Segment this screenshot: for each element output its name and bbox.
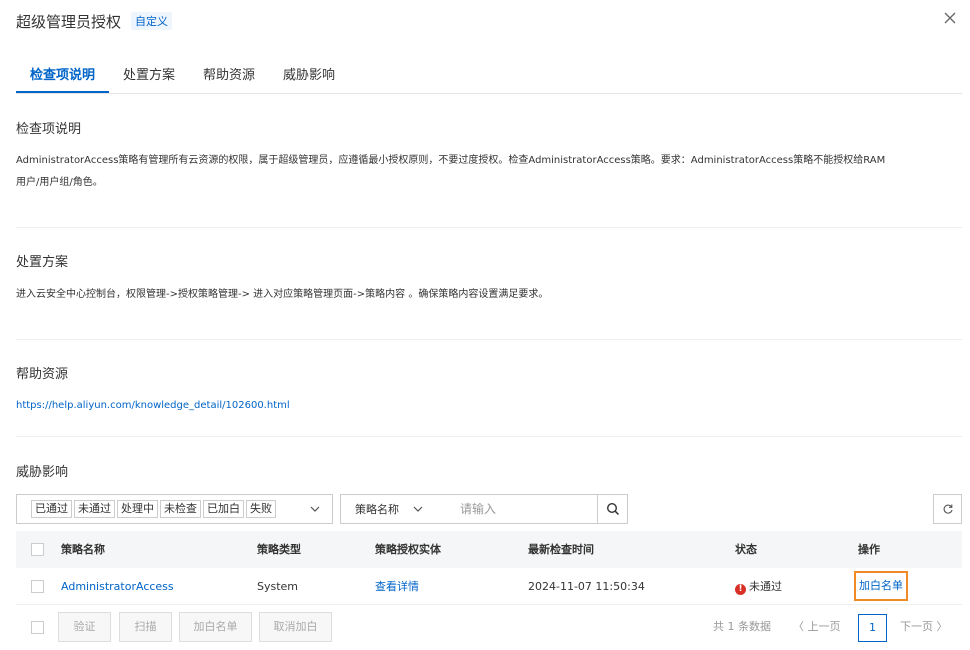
column-header: 状态 <box>735 543 757 556</box>
divider <box>16 436 962 437</box>
policy-type: System <box>257 580 299 593</box>
custom-tag: 自定义 <box>131 12 173 30</box>
tab-help-resources[interactable]: 帮助资源 <box>189 60 269 93</box>
column-header: 策略授权实体 <box>375 543 441 556</box>
add-whitelist-button[interactable]: 加白名单 <box>854 571 908 601</box>
dialog-title: 超级管理员授权 <box>16 12 122 31</box>
page-number-button[interactable]: 1 <box>858 614 887 642</box>
solution-text: 进入云安全中心控制台，权限管理->授权策略管理-> 进入对应策略管理页面->策略… <box>16 289 549 300</box>
column-header: 最新检查时间 <box>528 543 594 556</box>
help-link-wrap: https://help.aliyun.com/knowledge_detail… <box>16 395 960 417</box>
status-cell: ! 未通过 <box>735 568 782 605</box>
row-checkbox[interactable] <box>31 580 44 593</box>
next-page-button[interactable]: 下一页 〉 <box>900 612 948 642</box>
prev-page-button[interactable]: 〈 上一页 <box>793 612 841 642</box>
refresh-button[interactable] <box>933 494 962 524</box>
filter-processing-button[interactable]: 处理中 <box>117 500 158 518</box>
search-button[interactable] <box>597 494 628 524</box>
field-select-value: 策略名称 <box>355 503 399 516</box>
field-select[interactable]: 策略名称 <box>340 494 447 524</box>
chevron-left-icon: 〈 <box>793 620 804 633</box>
tab-check-description[interactable]: 检查项说明 <box>16 60 110 93</box>
solution-section-title: 处置方案 <box>16 255 69 270</box>
verify-button[interactable]: 验证 <box>58 612 111 642</box>
column-header: 策略名称 <box>61 543 105 556</box>
select-all-checkbox[interactable] <box>31 543 44 556</box>
help-link[interactable]: https://help.aliyun.com/knowledge_detail… <box>16 400 290 411</box>
filter-whitelisted-button[interactable]: 已加白 <box>203 500 244 518</box>
divider <box>16 227 962 228</box>
filter-failed-button[interactable]: 未通过 <box>74 500 115 518</box>
error-icon: ! <box>735 584 746 595</box>
tab-solution[interactable]: 处置方案 <box>109 60 189 93</box>
prev-page-label: 上一页 <box>807 620 841 633</box>
scan-button[interactable]: 扫描 <box>119 612 172 642</box>
search-input[interactable] <box>446 494 598 524</box>
close-icon[interactable] <box>942 10 958 26</box>
table-footer: 验证 扫描 加白名单 取消加白 共 1 条数据 〈 上一页 1 下一页 〉 <box>16 612 962 642</box>
table-row: AdministratorAccess System 查看详情 2024-11-… <box>16 568 962 605</box>
search-icon <box>606 502 619 516</box>
bulk-add-whitelist-button[interactable]: 加白名单 <box>179 612 252 642</box>
tab-threat-impact[interactable]: 威胁影响 <box>269 60 349 93</box>
next-page-label: 下一页 <box>900 620 933 633</box>
chevron-right-icon: 〉 <box>936 620 948 633</box>
chevron-down-icon <box>413 506 423 512</box>
divider <box>16 339 962 340</box>
check-description-line1: AdministratorAccess策略有管理所有云资源的权限，属于超级管理员… <box>16 155 886 166</box>
policy-name-link[interactable]: AdministratorAccess <box>61 568 174 605</box>
status-filter: 已通过 未通过 处理中 未检查 已加白 失败 <box>16 494 333 524</box>
column-header: 策略类型 <box>257 543 301 556</box>
filter-error-button[interactable]: 失败 <box>246 500 276 518</box>
threat-section-title: 威胁影响 <box>16 465 69 480</box>
filter-unchecked-button[interactable]: 未检查 <box>160 500 201 518</box>
filter-passed-button[interactable]: 已通过 <box>31 500 72 518</box>
status-text: 未通过 <box>749 580 782 593</box>
total-count: 共 1 条数据 <box>713 620 771 633</box>
table-header: 策略名称 策略类型 策略授权实体 最新检查时间 状态 操作 <box>16 531 962 568</box>
remove-whitelist-button[interactable]: 取消加白 <box>259 612 332 642</box>
check-time: 2024-11-07 11:50:34 <box>528 580 645 593</box>
dialog-header: 超级管理员授权 自定义 <box>16 10 173 32</box>
column-header: 操作 <box>858 543 880 556</box>
check-description-line2: 用户/用户组/角色。 <box>16 177 103 188</box>
view-details-link[interactable]: 查看详情 <box>375 568 419 605</box>
footer-select-checkbox[interactable] <box>31 621 44 634</box>
help-section-title: 帮助资源 <box>16 367 69 382</box>
tab-bar: 检查项说明 处置方案 帮助资源 威胁影响 <box>16 60 962 94</box>
check-section-title: 检查项说明 <box>16 122 82 137</box>
refresh-icon <box>943 504 953 514</box>
chevron-down-icon[interactable] <box>310 504 320 514</box>
